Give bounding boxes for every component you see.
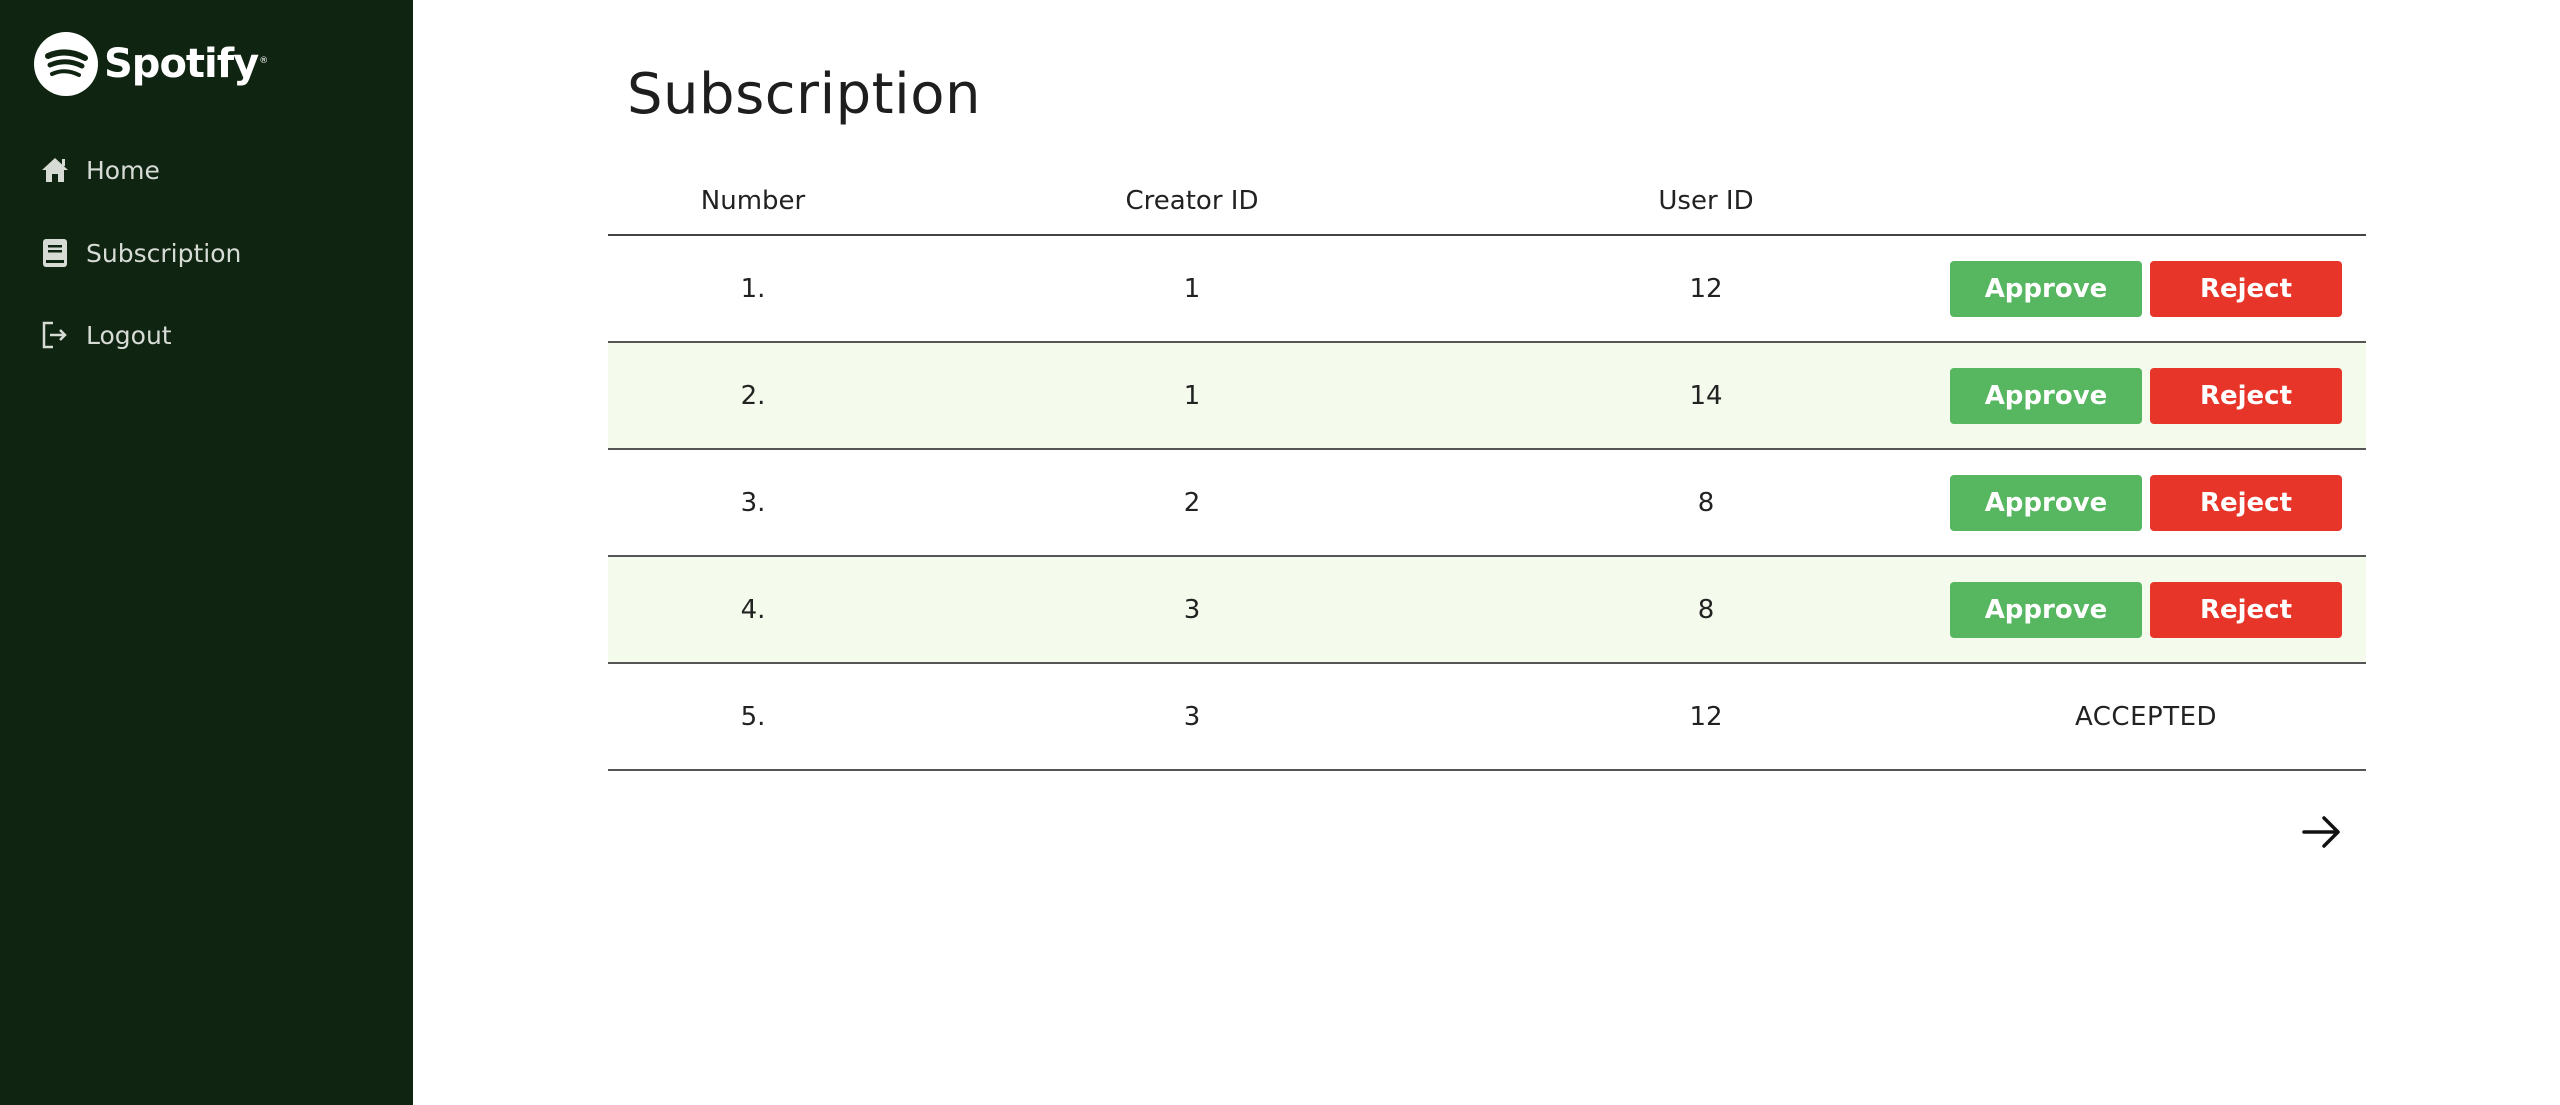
subscription-table: Number Creator ID User ID 1. 1 12 Approv… [608, 168, 2366, 771]
sidebar-item-home[interactable]: Home [40, 155, 160, 185]
status-accepted: ACCEPTED [2074, 701, 2218, 732]
arrow-right-icon[interactable] [2300, 810, 2344, 854]
row-user-id: 12 [1689, 273, 1723, 304]
table-row: 5. 3 12 ACCEPTED [608, 664, 2366, 771]
row-number: 4. [740, 594, 766, 625]
row-user-id: 12 [1689, 701, 1723, 732]
table-header: Number Creator ID User ID [608, 168, 2366, 236]
row-user-id: 8 [1697, 594, 1715, 625]
logo-text: Spotify [104, 41, 259, 87]
row-actions: Approve Reject [1926, 367, 2366, 424]
sidebar-item-logout[interactable]: Logout [40, 320, 172, 350]
page-title: Subscription [627, 62, 981, 127]
row-actions: ACCEPTED [1926, 702, 2366, 732]
row-creator-id: 3 [1183, 701, 1201, 732]
table-row: 1. 1 12 Approve Reject [608, 236, 2366, 343]
row-user-id: 8 [1697, 487, 1715, 518]
table-row: 4. 3 8 Approve Reject [608, 557, 2366, 664]
row-user-id: 14 [1689, 380, 1723, 411]
reject-button[interactable]: Reject [2150, 260, 2342, 317]
column-header-creator-id: Creator ID [1125, 186, 1259, 216]
approve-button[interactable]: Approve [1950, 260, 2142, 317]
row-number: 1. [740, 273, 766, 304]
column-header-number: Number [700, 186, 806, 216]
sidebar-item-label: Home [86, 155, 160, 185]
sidebar-item-label: Subscription [86, 238, 242, 268]
row-number: 3. [740, 487, 766, 518]
reject-button[interactable]: Reject [2150, 474, 2342, 531]
sidebar-item-subscription[interactable]: Subscription [40, 238, 241, 268]
reject-button[interactable]: Reject [2150, 581, 2342, 638]
row-creator-id: 2 [1183, 487, 1201, 518]
approve-button[interactable]: Approve [1950, 367, 2142, 424]
sidebar: Spotify ® Home Subscription Logout [0, 0, 413, 1105]
row-number: 2. [740, 380, 766, 411]
spotify-logo[interactable]: Spotify ® [34, 32, 268, 96]
column-header-user-id: User ID [1658, 186, 1754, 216]
approve-button[interactable]: Approve [1950, 581, 2142, 638]
row-creator-id: 3 [1183, 594, 1201, 625]
row-actions: Approve Reject [1926, 581, 2366, 638]
row-number: 5. [740, 701, 766, 732]
sidebar-item-label: Logout [86, 320, 172, 350]
spotify-icon [34, 32, 98, 96]
row-creator-id: 1 [1183, 273, 1201, 304]
approve-button[interactable]: Approve [1950, 474, 2142, 531]
table-row: 2. 1 14 Approve Reject [608, 343, 2366, 450]
book-icon [40, 238, 70, 268]
reject-button[interactable]: Reject [2150, 367, 2342, 424]
row-actions: Approve Reject [1926, 474, 2366, 531]
logout-icon [40, 320, 70, 350]
table-row: 3. 2 8 Approve Reject [608, 450, 2366, 557]
row-actions: Approve Reject [1926, 260, 2366, 317]
row-creator-id: 1 [1183, 380, 1201, 411]
logo-registered-mark: ® [259, 56, 269, 66]
home-icon [40, 155, 70, 185]
